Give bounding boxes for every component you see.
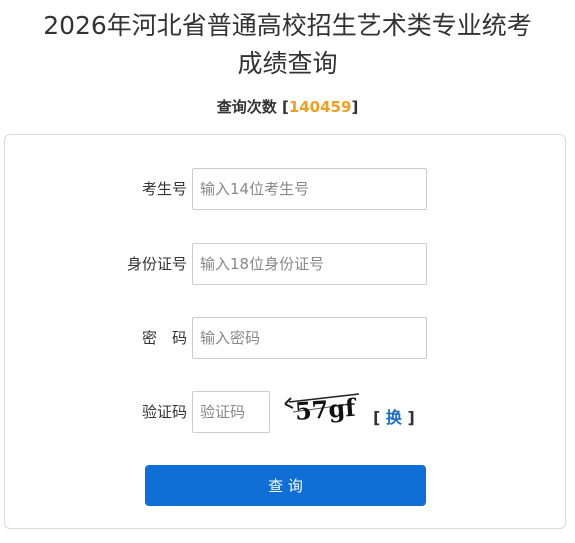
captcha-label: 验证码 bbox=[141, 403, 187, 421]
id-number-input[interactable] bbox=[192, 243, 427, 285]
captcha-refresh-open-bracket: [ bbox=[373, 408, 381, 427]
password-label: 密 码 bbox=[141, 329, 187, 347]
captcha-refresh-close-bracket: ] bbox=[407, 408, 415, 427]
submit-query-button[interactable]: 查 询 bbox=[145, 465, 426, 506]
captcha-input[interactable] bbox=[192, 391, 270, 433]
query-counter: 查询次数 [140459] bbox=[0, 96, 575, 117]
captcha-image-text: 57gf bbox=[294, 393, 358, 426]
query-counter-open-bracket: [ bbox=[281, 98, 289, 116]
page-title-line2: 成绩查询 bbox=[237, 49, 338, 78]
query-counter-label: 查询次数 bbox=[216, 98, 277, 116]
password-input[interactable] bbox=[192, 317, 427, 359]
captcha-refresh: [ 换 ] bbox=[373, 404, 415, 428]
captcha-image[interactable]: 57gf bbox=[283, 390, 363, 426]
query-counter-close-bracket: ] bbox=[351, 98, 359, 116]
exam-number-label: 考生号 bbox=[141, 180, 187, 198]
query-counter-value: 140459 bbox=[288, 98, 352, 116]
page-title-line1: 2026年河北省普通高校招生艺术类专业统考 bbox=[43, 11, 532, 40]
id-number-label: 身份证号 bbox=[126, 255, 187, 273]
page: 2026年河北省普通高校招生艺术类专业统考 成绩查询 查询次数 [140459]… bbox=[0, 0, 575, 543]
exam-number-input[interactable] bbox=[192, 168, 427, 210]
captcha-refresh-link[interactable]: 换 bbox=[386, 408, 402, 427]
